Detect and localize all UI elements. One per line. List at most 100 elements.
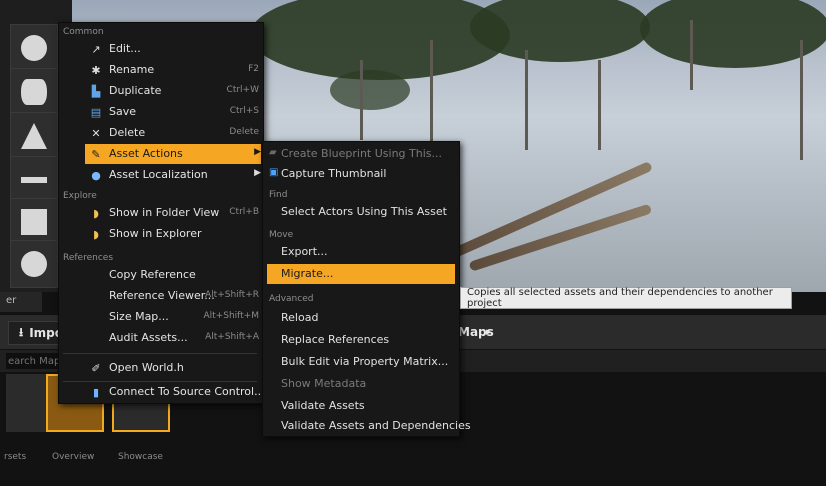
thumbnail-icon: ▣ — [269, 167, 279, 178]
tree-trunk — [800, 40, 803, 160]
menu-item-audit-assets[interactable]: Audit Assets... Alt+Shift+A — [85, 328, 261, 348]
tree-trunk — [360, 60, 363, 140]
menu-item-duplicate[interactable]: ▙ Duplicate Ctrl+W — [85, 81, 261, 101]
menu-item-show-in-explorer[interactable]: ◗ Show in Explorer — [85, 224, 261, 244]
asset-thumb[interactable]: Sp — [10, 24, 79, 72]
tree-canopy — [640, 0, 826, 68]
asset-thumb[interactable]: Re — [10, 198, 79, 246]
asset-thumb[interactable]: Co — [10, 112, 79, 160]
content-browser-tab[interactable]: er — [0, 292, 43, 312]
asset-actions-submenu: ▰ Create Blueprint Using This... ▣ Captu… — [262, 141, 471, 437]
import-icon: ⭳ — [19, 324, 24, 339]
asset-tile[interactable] — [6, 374, 46, 432]
asset-thumb[interactable]: Sp — [10, 240, 79, 288]
menu-item-label: Rename — [109, 63, 155, 76]
menu-item-validate-assets[interactable]: Validate Assets — [267, 396, 455, 416]
shortcut-label: Alt+Shift+M — [203, 311, 260, 321]
menu-item-label: Replace References — [281, 333, 390, 346]
source-control-icon: ▮ — [92, 385, 100, 399]
menu-item-asset-localization[interactable]: ● Asset Localization ▶ — [85, 165, 261, 185]
chevron-right-icon[interactable]: ▸ — [486, 325, 492, 338]
menu-item-size-map[interactable]: Size Map... Alt+Shift+M — [85, 307, 261, 327]
menu-item-label: Reload — [281, 311, 319, 324]
menu-item-label: Capture Thumbnail — [281, 167, 387, 180]
folder-icon: ◗ — [93, 206, 99, 220]
menu-item-label: Show in Folder View — [109, 206, 220, 219]
tile-label: rsets — [4, 452, 27, 462]
sphere-icon — [21, 251, 47, 277]
menu-item-label: Bulk Edit via Property Matrix... — [281, 355, 449, 368]
asset-actions-icon: ✎ — [91, 147, 101, 161]
menu-item-create-blueprint[interactable]: ▰ Create Blueprint Using This... — [267, 144, 455, 164]
menu-item-edit[interactable]: ↗ Edit... — [85, 39, 261, 59]
menu-item-migrate[interactable]: Migrate... — [267, 264, 455, 284]
menu-item-connect-source-control[interactable]: ▮ Connect To Source Control... — [85, 382, 265, 402]
menu-item-label: Show in Explorer — [109, 227, 202, 240]
save-icon: ▤ — [90, 105, 102, 119]
migrate-tooltip: Copies all selected assets and their dep… — [460, 287, 792, 309]
menu-item-label: Edit... — [109, 42, 141, 55]
menu-item-select-actors[interactable]: Select Actors Using This Asset — [267, 202, 455, 222]
shortcut-label: Alt+Shift+A — [205, 332, 259, 342]
shortcut-label: Ctrl+B — [229, 207, 259, 217]
menu-separator — [63, 353, 257, 354]
menu-item-label: Audit Assets... — [109, 331, 188, 344]
section-move: Move — [269, 230, 294, 240]
tree-trunk — [690, 20, 693, 90]
section-find: Find — [269, 190, 288, 200]
tile-label: Showcase — [118, 452, 163, 462]
menu-item-save[interactable]: ▤ Save Ctrl+S — [85, 102, 261, 122]
menu-item-reload[interactable]: Reload — [267, 308, 455, 328]
chevron-right-icon: ▶ — [254, 168, 261, 178]
duplicate-icon: ▙ — [91, 84, 101, 98]
menu-item-label: Size Map... — [109, 310, 169, 323]
asset-context-menu: Common ↗ Edit... ✱ Rename F2 ▙ Duplicate… — [58, 22, 265, 404]
menu-item-export[interactable]: Export... — [267, 242, 455, 262]
menu-item-capture-thumbnail[interactable]: ▣ Capture Thumbnail — [267, 164, 455, 184]
delete-icon: ✕ — [91, 126, 101, 140]
rename-icon: ✱ — [91, 63, 101, 77]
menu-item-rename[interactable]: ✱ Rename F2 — [85, 60, 261, 80]
menu-item-open-world-h[interactable]: ✐ Open World.h — [85, 358, 261, 378]
asset-thumb[interactable]: Cy — [10, 68, 79, 116]
menu-item-label: Select Actors Using This Asset — [281, 205, 447, 218]
menu-item-label: Connect To Source Control... — [109, 385, 265, 398]
menu-item-label: Copy Reference — [109, 268, 196, 281]
menu-item-label: Open World.h — [109, 361, 184, 374]
section-explore: Explore — [63, 191, 97, 201]
explorer-icon: ◗ — [93, 227, 99, 241]
menu-item-show-in-folder-view[interactable]: ◗ Show in Folder View Ctrl+B — [85, 203, 261, 223]
menu-item-label: Asset Localization — [109, 168, 208, 181]
menu-item-label: Show Metadata — [281, 377, 367, 390]
menu-item-label: Delete — [109, 126, 146, 139]
menu-item-validate-assets-dependencies[interactable]: Validate Assets and Dependencies — [267, 416, 471, 436]
menu-item-copy-reference[interactable]: Copy Reference — [85, 265, 261, 285]
cylinder-icon — [21, 79, 47, 105]
menu-item-label: Validate Assets and Dependencies — [281, 419, 471, 432]
tree-trunk — [430, 40, 433, 150]
menu-item-label: Create Blueprint Using This... — [281, 147, 442, 160]
menu-item-asset-actions[interactable]: ✎ Asset Actions ▶ — [85, 144, 261, 164]
localization-icon: ● — [91, 168, 101, 182]
edit-icon: ↗ — [91, 42, 101, 56]
chevron-right-icon: ▶ — [254, 147, 261, 157]
menu-item-replace-references[interactable]: Replace References — [267, 330, 455, 350]
shortcut-label: Delete — [229, 127, 259, 137]
shortcut-label: Alt+Shift+R — [205, 290, 259, 300]
asset-thumb[interactable]: Pl — [10, 156, 75, 204]
cone-icon — [21, 123, 47, 149]
menu-item-reference-viewer[interactable]: Reference Viewer... Alt+Shift+R — [85, 286, 261, 306]
cube-icon — [21, 209, 47, 235]
blueprint-icon: ▰ — [269, 147, 277, 158]
tree-canopy — [330, 70, 410, 110]
menu-item-delete[interactable]: ✕ Delete Delete — [85, 123, 261, 143]
plane-icon — [21, 177, 47, 183]
menu-item-label: Duplicate — [109, 84, 162, 97]
section-common: Common — [63, 27, 104, 37]
menu-item-label: Reference Viewer... — [109, 289, 215, 302]
menu-item-show-metadata[interactable]: Show Metadata — [267, 374, 455, 394]
menu-item-label: Save — [109, 105, 137, 118]
menu-item-bulk-edit[interactable]: Bulk Edit via Property Matrix... — [267, 352, 455, 372]
shortcut-label: F2 — [248, 64, 259, 74]
section-advanced: Advanced — [269, 294, 314, 304]
